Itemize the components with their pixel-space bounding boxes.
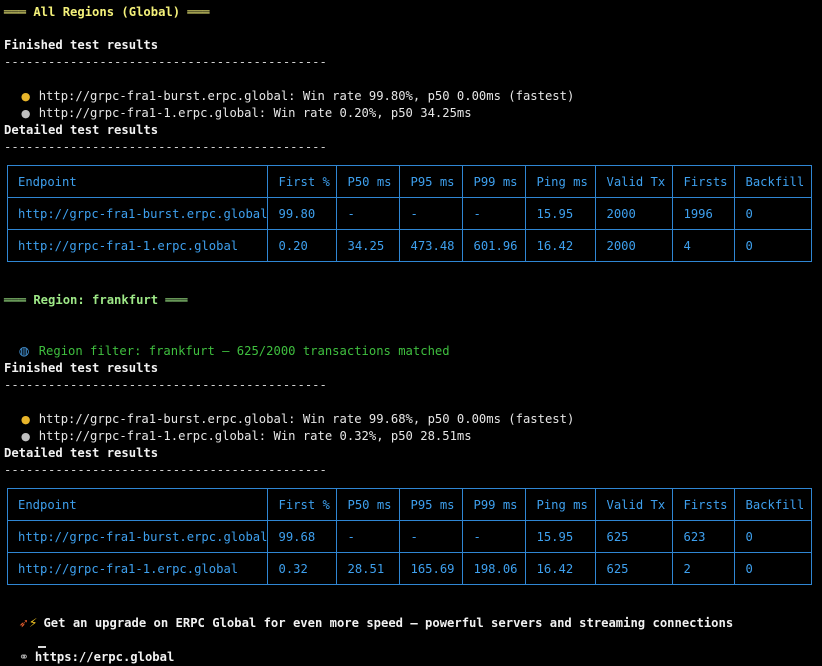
- table-cell: 623: [672, 520, 736, 553]
- table-header-cell: Valid Tx: [595, 488, 674, 521]
- promo-line: ➶⚡ Get an upgrade on ERPC Global for even…: [4, 598, 734, 630]
- region-filter-line: ◍ Region filter: frankfurt — 625/2000 tra…: [4, 326, 450, 358]
- table-row: http://grpc-fra1-burst.erpc.global 99.80…: [6, 197, 813, 230]
- table-cell: -: [462, 520, 527, 553]
- table-cell: 16.42: [525, 229, 597, 262]
- global-results-table: Endpoint First % P50 ms P95 ms P99 ms Pi…: [6, 165, 813, 262]
- table-cell: -: [399, 197, 464, 230]
- table-cell: http://grpc-fra1-burst.erpc.global: [6, 520, 269, 553]
- link-icon: ⚭: [18, 650, 29, 664]
- table-row: http://grpc-fra1-1.erpc.global 0.32 28.5…: [6, 552, 813, 585]
- website-link[interactable]: https://erpc.global: [35, 650, 174, 664]
- table-header-cell: Ping ms: [525, 165, 597, 198]
- region-section-header: ═══ Region: frankfurt ═══: [4, 293, 188, 307]
- region-results-table: Endpoint First % P50 ms P95 ms P99 ms Pi…: [6, 488, 813, 585]
- region-filter-text: Region filter: frankfurt — 625/2000 tran…: [38, 344, 450, 358]
- table-cell: 16.42: [525, 552, 597, 585]
- region-result-text-2: http://grpc-fra1-1.erpc.global: Win rate…: [38, 429, 472, 443]
- table-cell: -: [462, 197, 527, 230]
- table-header-cell: Valid Tx: [595, 165, 674, 198]
- table-cell: 625: [595, 552, 674, 585]
- region-result-line-1: ● http://grpc-fra1-burst.erpc.global: Win…: [4, 394, 574, 426]
- global-result-text-2: http://grpc-fra1-1.erpc.global: Win rate…: [38, 106, 472, 120]
- table-cell: -: [336, 520, 401, 553]
- table-cell: 0.20: [267, 229, 338, 262]
- table-header-cell: P95 ms: [399, 165, 464, 198]
- table-header-row: Endpoint First % P50 ms P95 ms P99 ms Pi…: [6, 488, 813, 521]
- table-header-cell: Endpoint: [6, 165, 269, 198]
- table-cell: 99.68: [267, 520, 338, 553]
- table-row: http://grpc-fra1-burst.erpc.global 99.68…: [6, 520, 813, 553]
- table-cell: 2000: [595, 197, 674, 230]
- global-result-line-1: ● http://grpc-fra1-burst.erpc.global: Win…: [4, 71, 574, 103]
- rocket-icon: ➶: [18, 616, 29, 630]
- table-header-cell: P99 ms: [462, 488, 527, 521]
- table-cell: http://grpc-fra1-1.erpc.global: [6, 552, 269, 585]
- global-result-line-2: ● http://grpc-fra1-1.erpc.global: Win rat…: [4, 88, 472, 120]
- table-header-cell: Firsts: [672, 488, 736, 521]
- table-cell: -: [399, 520, 464, 553]
- table-cell: 99.80: [267, 197, 338, 230]
- table-cell: http://grpc-fra1-burst.erpc.global: [6, 197, 269, 230]
- table-cell: 0: [734, 552, 813, 585]
- table-cell: 0: [734, 229, 813, 262]
- region-result-line-2: ● http://grpc-fra1-1.erpc.global: Win rat…: [4, 411, 472, 443]
- table-header-cell: Firsts: [672, 165, 736, 198]
- silver-medal-icon: ●: [20, 107, 31, 120]
- table-cell: 473.48: [399, 229, 464, 262]
- global-finished-title: Finished test results: [4, 38, 159, 52]
- table-cell: 34.25: [336, 229, 401, 262]
- table-cell: 0.32: [267, 552, 338, 585]
- table-cell: -: [336, 197, 401, 230]
- table-header-cell: First %: [267, 165, 338, 198]
- silver-medal-icon: ●: [20, 430, 31, 443]
- lightning-icon: ⚡: [28, 616, 38, 630]
- table-header-cell: First %: [267, 488, 338, 521]
- table-header-cell: Backfill: [734, 488, 813, 521]
- table-header-cell: P95 ms: [399, 488, 464, 521]
- table-cell: 198.06: [462, 552, 527, 585]
- table-header-cell: Endpoint: [6, 488, 269, 521]
- table-cell: 2000: [595, 229, 674, 262]
- global-section-header: ═══ All Regions (Global) ═══: [4, 5, 210, 19]
- table-cell: 625: [595, 520, 674, 553]
- table-header-cell: P50 ms: [336, 488, 401, 521]
- globe-icon: ◍: [18, 344, 30, 358]
- table-cell: 165.69: [399, 552, 464, 585]
- table-cell: 15.95: [525, 197, 597, 230]
- table-header-cell: Ping ms: [525, 488, 597, 521]
- table-header-row: Endpoint First % P50 ms P95 ms P99 ms Pi…: [6, 165, 813, 198]
- region-detailed-separator: ----------------------------------------…: [4, 463, 327, 477]
- table-header-cell: P99 ms: [462, 165, 527, 198]
- table-cell: 601.96: [462, 229, 527, 262]
- promo-text: Get an upgrade on ERPC Global for even m…: [43, 616, 734, 630]
- table-header-cell: P50 ms: [336, 165, 401, 198]
- table-cell: 2: [672, 552, 736, 585]
- table-cell: http://grpc-fra1-1.erpc.global: [6, 229, 269, 262]
- website-line: ⚭ https://erpc.global: [4, 632, 175, 664]
- global-finished-separator: ----------------------------------------…: [4, 55, 327, 69]
- table-cell: 0: [734, 197, 813, 230]
- table-header-cell: Backfill: [734, 165, 813, 198]
- table-cell: 0: [734, 520, 813, 553]
- table-row: http://grpc-fra1-1.erpc.global 0.20 34.2…: [6, 229, 813, 262]
- table-cell: 1996: [672, 197, 736, 230]
- global-detailed-separator: ----------------------------------------…: [4, 140, 327, 154]
- region-finished-title: Finished test results: [4, 361, 159, 375]
- table-cell: 4: [672, 229, 736, 262]
- region-finished-separator: ----------------------------------------…: [4, 378, 327, 392]
- terminal-cursor: [38, 646, 46, 648]
- global-detailed-title: Detailed test results: [4, 123, 159, 137]
- region-detailed-title: Detailed test results: [4, 446, 159, 460]
- table-cell: 15.95: [525, 520, 597, 553]
- table-cell: 28.51: [336, 552, 401, 585]
